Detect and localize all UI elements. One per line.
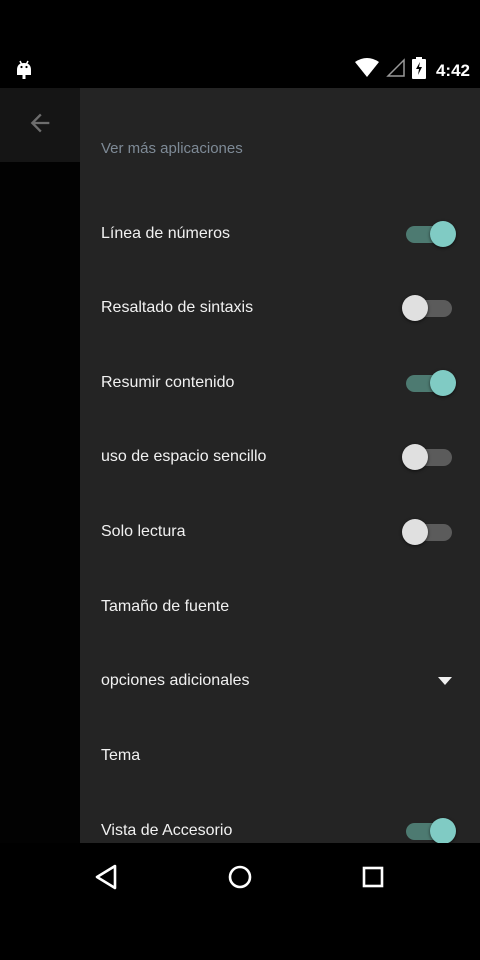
- toggle-thumb: [430, 221, 456, 247]
- setting-label: Tema: [101, 747, 141, 764]
- accessory-view-toggle[interactable]: [402, 816, 456, 843]
- setting-label: Vista de Accesorio: [101, 822, 233, 839]
- setting-wrap-content[interactable]: Resumir contenido: [80, 346, 480, 420]
- left-panel: [0, 88, 80, 843]
- setting-label: Solo lectura: [101, 523, 186, 540]
- see-more-apps-link[interactable]: Ver más aplicaciones: [101, 140, 243, 157]
- setting-label: Resaltado de sintaxis: [101, 299, 254, 316]
- nav-home-button[interactable]: [220, 859, 260, 899]
- setting-accessory-view[interactable]: Vista de Accesorio: [80, 794, 480, 843]
- setting-theme[interactable]: Tema: [80, 719, 480, 793]
- triangle-down-icon: [438, 677, 452, 685]
- read-only-toggle[interactable]: [402, 517, 452, 547]
- settings-drawer: Ver más aplicaciones Línea de números Re…: [80, 88, 480, 843]
- setting-label: Línea de números: [101, 225, 230, 242]
- toggle-thumb: [430, 370, 456, 396]
- monospace-toggle[interactable]: [402, 442, 452, 472]
- setting-label: uso de espacio sencillo: [101, 448, 267, 465]
- setting-read-only[interactable]: Solo lectura: [80, 495, 480, 569]
- setting-additional-options[interactable]: opciones adicionales: [80, 644, 480, 718]
- setting-label: Tamaño de fuente: [101, 598, 230, 615]
- toggle-thumb: [402, 444, 428, 470]
- status-time: 4:42: [435, 60, 470, 80]
- signal-icon: [386, 58, 406, 83]
- nav-recents-icon: [361, 865, 385, 894]
- setting-label: opciones adicionales: [101, 672, 250, 689]
- setting-line-numbers[interactable]: Línea de números: [80, 197, 480, 271]
- line-numbers-toggle[interactable]: [402, 219, 456, 249]
- setting-syntax-highlighting[interactable]: Resaltado de sintaxis: [80, 271, 480, 345]
- nav-recents-button[interactable]: [353, 859, 393, 899]
- arrow-back-icon: [26, 109, 54, 142]
- navigation-bar: [0, 843, 480, 960]
- syntax-highlighting-toggle[interactable]: [402, 293, 452, 323]
- toggle-thumb: [402, 295, 428, 321]
- wrap-content-toggle[interactable]: [402, 368, 456, 398]
- toggle-thumb: [430, 818, 456, 843]
- nav-back-button[interactable]: [86, 859, 126, 899]
- setting-monospace[interactable]: uso de espacio sencillo: [80, 420, 480, 494]
- top-black-bar: [0, 0, 480, 53]
- setting-label: Resumir contenido: [101, 374, 235, 391]
- wifi-icon: [354, 58, 380, 83]
- back-button[interactable]: [0, 88, 80, 162]
- toggle-thumb: [402, 519, 428, 545]
- android-debug-icon: [14, 59, 34, 81]
- battery-charging-icon: [411, 57, 426, 84]
- nav-home-icon: [227, 864, 253, 895]
- nav-back-icon: [93, 863, 119, 896]
- status-bar: 4:42: [0, 53, 480, 88]
- setting-font-size[interactable]: Tamaño de fuente: [80, 570, 480, 644]
